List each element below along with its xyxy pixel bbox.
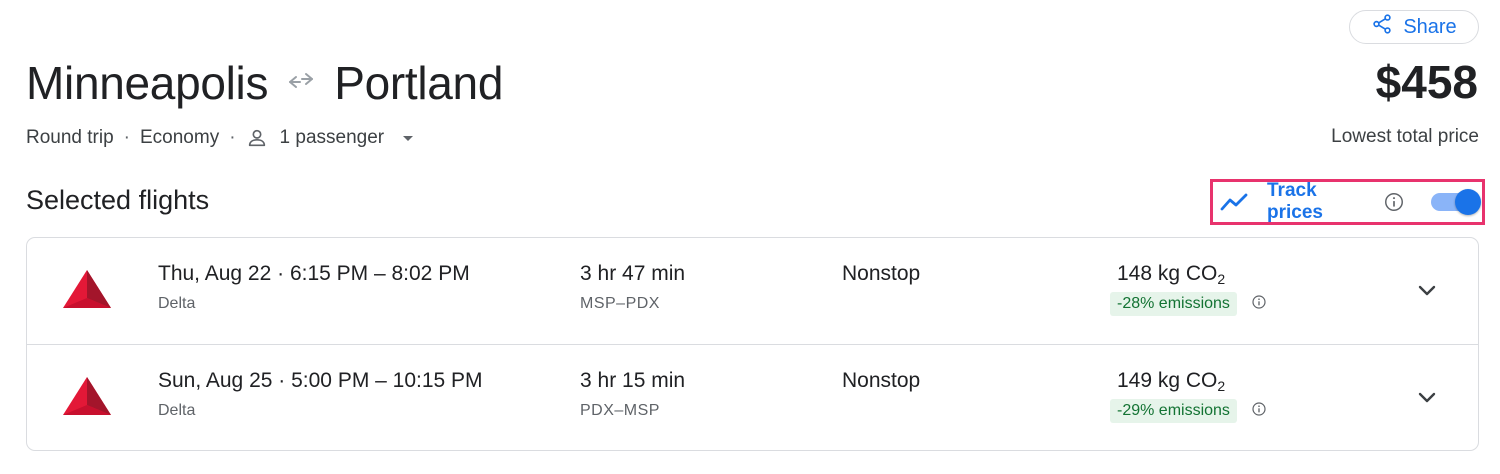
delta-logo [61,375,113,417]
route-title: Minneapolis Portland [26,55,503,111]
passenger-count: 1 passenger [279,127,385,148]
emissions-badge: -29% emissions [1110,399,1237,423]
toggle-knob [1455,189,1482,215]
flight-times: Sun, Aug 25 · 5:00 PM – 10:15 PM [158,369,483,392]
swap-arrows-icon [286,68,316,98]
airline-name: Delta [158,295,196,312]
chevron-down-icon[interactable] [1415,385,1439,409]
flight-row-outbound[interactable]: Thu, Aug 22 · 6:15 PM – 8:02 PM Delta 3 … [27,238,1478,344]
emissions-row: -29% emissions [1110,399,1267,423]
share-icon [1371,13,1393,41]
flight-stops: Nonstop [842,369,921,392]
flight-stops: Nonstop [842,262,921,285]
track-prices-toggle[interactable] [1429,189,1482,215]
trip-options: Round trip · Economy · 1 passenger [26,124,420,152]
flight-row-return[interactable]: Sun, Aug 25 · 5:00 PM – 10:15 PM Delta 3… [27,344,1478,450]
emissions-row: -28% emissions [1110,292,1267,316]
track-prices-label[interactable]: Track prices [1267,180,1375,224]
flight-route: PDX–MSP [580,402,660,419]
destination-city: Portland [334,57,504,109]
passenger-selector[interactable]: 1 passenger [246,127,421,149]
flight-time-range: 5:00 PM – 10:15 PM [291,369,483,392]
flight-duration: 3 hr 47 min [580,262,686,285]
flight-date: Sun, Aug 25 [158,369,273,392]
delta-logo [61,268,113,310]
cabin-class: Economy [140,127,220,148]
caret-down-icon [396,128,420,148]
info-icon[interactable] [1251,294,1267,315]
info-icon[interactable] [1251,401,1267,422]
section-title: Selected flights [26,185,210,215]
trip-type: Round trip [26,127,114,148]
price-caption: Lowest total price [1331,126,1479,147]
flight-route: MSP–PDX [580,295,660,312]
origin-city: Minneapolis [26,57,269,109]
total-price: $458 [1375,56,1478,108]
track-prices-control: Track prices [1210,179,1485,225]
co2-value: 148 kg CO2 [1117,262,1226,287]
flight-times: Thu, Aug 22 · 6:15 PM – 8:02 PM [158,262,470,285]
info-icon[interactable] [1383,191,1405,213]
selected-flights-card: Thu, Aug 22 · 6:15 PM – 8:02 PM Delta 3 … [26,237,1479,451]
airline-name: Delta [158,402,196,419]
flight-date: Thu, Aug 22 [158,262,272,285]
flight-duration: 3 hr 15 min [580,369,686,392]
separator-dot: · [123,127,130,148]
trending-icon [1219,190,1253,214]
separator-dot: · [229,127,236,148]
share-button[interactable]: Share [1349,10,1479,44]
co2-value: 149 kg CO2 [1117,369,1226,394]
flight-summary-page: Share Minneapolis Portland $458 Lowest t… [0,0,1500,474]
share-label: Share [1403,15,1457,38]
chevron-down-icon[interactable] [1415,278,1439,302]
person-icon [246,127,268,149]
flight-time-range: 6:15 PM – 8:02 PM [289,262,470,285]
emissions-badge: -28% emissions [1110,292,1237,316]
